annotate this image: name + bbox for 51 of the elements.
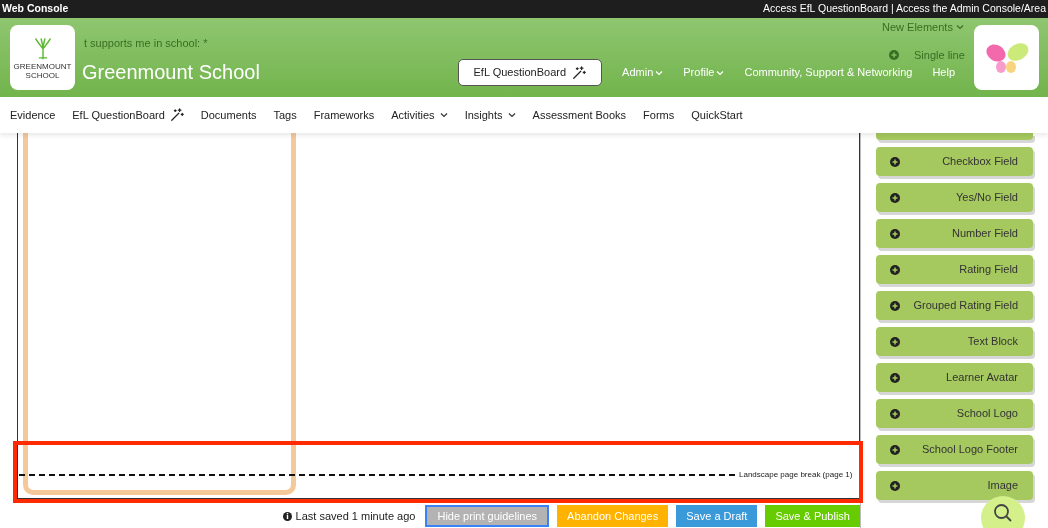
- add-icon: [890, 156, 900, 167]
- nav-item[interactable]: Documents: [200, 106, 257, 124]
- nav-item[interactable]: Evidence: [10, 106, 56, 124]
- element-button[interactable]: Image: [876, 471, 1033, 500]
- info-icon: [282, 511, 292, 521]
- element-button[interactable]: Text Block: [876, 327, 1033, 356]
- element-label: Single line: [914, 48, 965, 63]
- chevron-down-icon: [507, 112, 516, 118]
- add-icon: [890, 444, 900, 455]
- question-label: t supports me in school: *: [84, 36, 208, 51]
- school-name: Greenmount School: [82, 60, 260, 85]
- magic-wand-icon: [169, 108, 184, 122]
- logo-text: SCHOOL: [25, 71, 60, 80]
- nav-item[interactable]: Tags: [273, 106, 297, 124]
- chevron-down-icon: [439, 112, 448, 118]
- element-button[interactable]: School Logo Footer: [876, 435, 1033, 464]
- element-button[interactable]: Learner Avatar: [876, 363, 1033, 392]
- element-button[interactable]: Rating Field: [876, 255, 1033, 284]
- element-button[interactable]: Checkbox Field: [876, 147, 1033, 176]
- nav-item[interactable]: Assessment Books: [532, 106, 627, 124]
- nav-item[interactable]: Activities: [391, 106, 448, 124]
- add-icon: [890, 300, 900, 311]
- nav-item[interactable]: Insights: [464, 106, 516, 124]
- questionboard-button[interactable]: EfL QuestionBoard: [457, 59, 603, 86]
- logo-text: GREENMOUNT: [13, 62, 72, 71]
- nav-item[interactable]: QuickStart: [691, 106, 743, 124]
- add-icon: [890, 408, 900, 419]
- nav-item[interactable]: Frameworks: [313, 106, 375, 124]
- search-icon: [993, 503, 1013, 523]
- console-title: Web Console: [2, 1, 69, 17]
- element-button[interactable]: School Logo: [876, 399, 1033, 428]
- element-button[interactable]: Number Field: [876, 219, 1033, 248]
- add-icon: [890, 228, 900, 239]
- element-button[interactable]: Yes/No Field: [876, 183, 1033, 212]
- access-links[interactable]: Access EfL QuestionBoard | Access the Admin Console/Area: [762, 1, 1046, 17]
- element-button[interactable]: Grouped Rating Field: [876, 291, 1033, 320]
- add-icon: [890, 336, 900, 347]
- chevron-down-icon: [955, 24, 964, 31]
- tree-icon: [33, 35, 52, 61]
- last-saved-text: Last saved 1 minute ago: [295, 508, 416, 524]
- add-icon: [890, 264, 900, 275]
- nav-item[interactable]: Forms: [643, 106, 675, 124]
- magic-wand-icon: [572, 65, 587, 80]
- nav-item[interactable]: EfL QuestionBoard: [72, 106, 184, 124]
- add-icon: [890, 480, 900, 491]
- add-icon: [890, 372, 900, 383]
- page-break-label: Landscape page break (page 1): [739, 469, 853, 481]
- add-icon: [889, 50, 899, 61]
- butterfly-icon: [983, 40, 1030, 75]
- sidebar-heading: New Elements: [882, 20, 953, 35]
- add-icon: [890, 192, 900, 203]
